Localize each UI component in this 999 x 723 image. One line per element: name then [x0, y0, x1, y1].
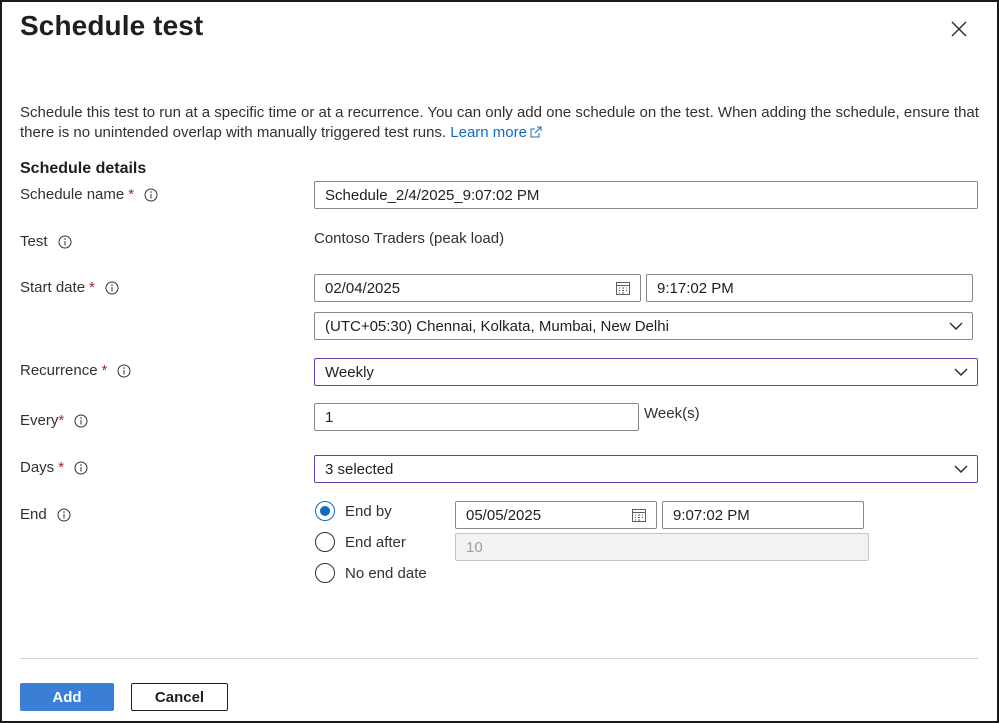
radio-unchecked-icon	[315, 563, 335, 583]
info-icon[interactable]	[144, 188, 158, 202]
recurrence-label: Recurrence *	[20, 362, 131, 379]
info-icon[interactable]	[58, 235, 72, 249]
chevron-down-icon	[954, 465, 968, 473]
info-icon[interactable]	[74, 461, 88, 475]
info-icon[interactable]	[117, 364, 131, 378]
add-button[interactable]: Add	[20, 683, 114, 711]
info-icon[interactable]	[74, 414, 88, 428]
calendar-icon[interactable]	[631, 507, 647, 523]
required-marker: *	[128, 186, 135, 203]
schedule-name-input[interactable]: Schedule_2/4/2025_9:07:02 PM	[314, 181, 978, 209]
external-link-icon	[530, 126, 542, 138]
start-date-label: Start date *	[20, 279, 119, 296]
required-marker: *	[58, 459, 65, 476]
end-after-radio[interactable]: End after	[315, 532, 406, 552]
schedule-test-dialog: Schedule test Schedule this test to run …	[0, 0, 999, 723]
end-by-date-input[interactable]: 05/05/2025	[455, 501, 657, 529]
info-icon[interactable]	[57, 508, 71, 522]
cancel-button[interactable]: Cancel	[131, 683, 228, 711]
required-marker: *	[89, 279, 95, 296]
required-marker: *	[101, 362, 108, 379]
end-by-radio[interactable]: End by	[315, 501, 392, 521]
recurrence-select[interactable]: Weekly	[314, 358, 978, 386]
radio-unchecked-icon	[315, 532, 335, 552]
end-after-input[interactable]: 10	[455, 533, 869, 561]
timezone-select[interactable]: (UTC+05:30) Chennai, Kolkata, Mumbai, Ne…	[314, 312, 973, 340]
end-by-time-input[interactable]: 9:07:02 PM	[662, 501, 864, 529]
chevron-down-icon	[954, 368, 968, 376]
every-input[interactable]: 1	[314, 403, 639, 431]
dialog-description: Schedule this test to run at a specific …	[20, 103, 980, 143]
info-icon[interactable]	[105, 281, 119, 295]
every-unit: Week(s)	[644, 405, 700, 422]
start-date-input[interactable]: 02/04/2025	[314, 274, 641, 302]
days-select[interactable]: 3 selected	[314, 455, 978, 483]
schedule-name-label: Schedule name *	[20, 186, 158, 203]
dialog-title: Schedule test	[20, 10, 204, 41]
test-value: Contoso Traders (peak load)	[314, 230, 505, 247]
end-label: End	[20, 506, 71, 523]
footer-divider	[20, 658, 978, 659]
required-marker: *	[58, 412, 65, 429]
no-end-date-radio[interactable]: No end date	[315, 563, 427, 583]
radio-checked-icon	[315, 501, 335, 521]
section-title: Schedule details	[20, 160, 147, 177]
test-label: Test	[20, 233, 72, 250]
learn-more-link[interactable]: Learn more	[450, 124, 542, 141]
close-button[interactable]	[946, 16, 972, 42]
start-time-input[interactable]: 9:17:02 PM	[646, 274, 973, 302]
calendar-icon[interactable]	[615, 280, 631, 296]
chevron-down-icon	[949, 322, 963, 330]
close-icon	[951, 21, 967, 37]
days-label: Days *	[20, 459, 88, 476]
every-label: Every *	[20, 412, 88, 429]
